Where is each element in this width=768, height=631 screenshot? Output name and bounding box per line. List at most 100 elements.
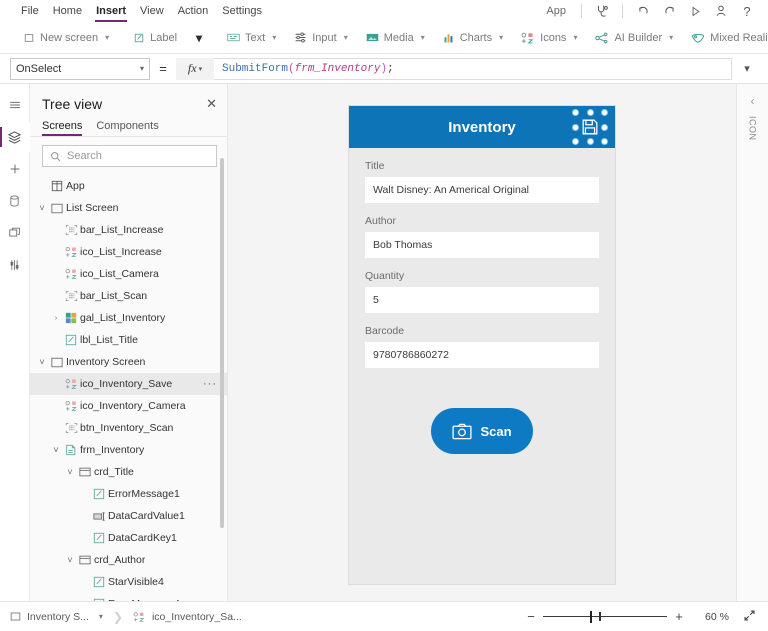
close-icon[interactable]: ✕: [206, 96, 217, 112]
field-input-author[interactable]: Bob Thomas: [365, 232, 599, 258]
ribbon-gallery-caret[interactable]: ▾: [186, 31, 212, 45]
menu-icon[interactable]: [0, 90, 30, 120]
tree-expander-icon[interactable]: ˅: [36, 357, 48, 367]
search-box[interactable]: [42, 145, 217, 167]
tree-node-bar-list-increase[interactable]: bar_List_Increase: [30, 219, 227, 241]
tree-node-app[interactable]: App: [30, 175, 227, 197]
selection-handle-se[interactable]: [602, 139, 607, 144]
menu-item-insert[interactable]: Insert: [89, 0, 133, 22]
zoom-slider[interactable]: [543, 610, 667, 624]
tree-node-errormessage1[interactable]: ErrorMessage1: [30, 483, 227, 505]
tree-expander-icon[interactable]: ˅: [50, 445, 62, 455]
ribbon-media[interactable]: Media ▾: [357, 25, 434, 51]
search-input[interactable]: [67, 150, 209, 162]
tree-node-datacardvalue1[interactable]: DataCardValue1: [30, 505, 227, 527]
zoom-out-button[interactable]: −: [519, 609, 543, 624]
tree-node-datacardkey1[interactable]: DataCardKey1: [30, 527, 227, 549]
selection-handle-w[interactable]: [573, 125, 578, 130]
tree-expander-icon[interactable]: ˅: [64, 467, 76, 477]
tree-node-label: bar_List_Increase: [80, 224, 163, 236]
selection-handle-ne[interactable]: [602, 110, 607, 115]
tree-node-ico-list-camera[interactable]: ico_List_Camera: [30, 263, 227, 285]
menu-divider-2: [622, 4, 623, 18]
ribbon-mixed-reality[interactable]: Mixed Reality ▾: [682, 25, 768, 51]
selection-handle-nw[interactable]: [573, 110, 578, 115]
formula-expand-icon[interactable]: ▾: [732, 62, 762, 75]
share-icon[interactable]: [708, 0, 734, 22]
selection-handle-e[interactable]: [602, 125, 607, 130]
field-quantity: Quantity 5: [365, 270, 599, 313]
tree-expander-icon[interactable]: ˅: [36, 203, 48, 213]
formula-input[interactable]: SubmitForm(frm_Inventory);: [214, 58, 732, 80]
property-selector[interactable]: OnSelect ▾: [10, 58, 150, 80]
variables-icon[interactable]: [0, 250, 30, 280]
menu-item-action[interactable]: Action: [171, 0, 216, 22]
data-icon[interactable]: [0, 186, 30, 216]
ribbon-input[interactable]: Input ▾: [285, 25, 356, 51]
search-icon: [50, 151, 61, 162]
app-menu-label[interactable]: App: [538, 5, 574, 17]
ribbon-new-screen[interactable]: New screen ▾: [14, 25, 118, 51]
tree-expander-icon[interactable]: ›: [50, 315, 62, 322]
ribbon-icons[interactable]: Icons ▾: [512, 25, 586, 51]
tree-node-list[interactable]: App˅List Screen bar_List_Increase ico_List…: [30, 173, 227, 601]
zoom-control: − + 60 %: [519, 609, 756, 625]
app-canvas[interactable]: Inventory: [228, 84, 736, 601]
scan-button[interactable]: Scan: [431, 408, 533, 454]
tree-scrollbar[interactable]: [220, 158, 224, 528]
ribbon-charts[interactable]: Charts ▾: [434, 25, 512, 51]
tree-node-crd-title[interactable]: ˅crd_Title: [30, 461, 227, 483]
app-checker-icon[interactable]: [589, 0, 615, 22]
media-icon[interactable]: [0, 218, 30, 248]
tree-node-bar-list-scan[interactable]: bar_List_Scan: [30, 285, 227, 307]
tree-node-crd-author[interactable]: ˅crd_Author: [30, 549, 227, 571]
tree-node-gal-list-inventory[interactable]: ›gal_List_Inventory: [30, 307, 227, 329]
expand-icon[interactable]: [743, 609, 756, 625]
tab-components[interactable]: Components: [96, 120, 158, 136]
ribbon-text[interactable]: Text ▾: [218, 25, 285, 51]
tab-screens[interactable]: Screens: [42, 120, 82, 136]
redo-icon[interactable]: [656, 0, 682, 22]
tree-node-starvisible4[interactable]: StarVisible4: [30, 571, 227, 593]
menu-item-view[interactable]: View: [133, 0, 171, 22]
field-input-quantity[interactable]: 5: [365, 287, 599, 313]
menu-item-settings[interactable]: Settings: [215, 0, 269, 22]
ribbon-label[interactable]: Label: [124, 25, 186, 51]
tree-view-icon[interactable]: [0, 122, 30, 152]
tree-node-ico-list-increase[interactable]: ico_List_Increase: [30, 241, 227, 263]
input-icon: [294, 31, 307, 44]
tree-node-overflow-icon[interactable]: ···: [203, 378, 217, 390]
field-input-title[interactable]: Walt Disney: An Americal Original: [365, 177, 599, 203]
preview-icon[interactable]: [682, 0, 708, 22]
tree-node-inventory-screen[interactable]: ˅Inventory Screen: [30, 351, 227, 373]
right-rail: ‹ ICON: [736, 84, 768, 601]
tree-node-ico-inventory-camera[interactable]: ico_Inventory_Camera: [30, 395, 227, 417]
tree-node-ico-inventory-save[interactable]: ico_Inventory_Save···: [30, 373, 227, 395]
tree-node-errormessage4[interactable]: ErrorMessage4: [30, 593, 227, 601]
menu-item-file[interactable]: File: [14, 0, 46, 22]
selection-handle-s[interactable]: [588, 139, 593, 144]
menu-item-home[interactable]: Home: [46, 0, 89, 22]
zoom-slider-thumb[interactable]: [590, 611, 592, 623]
selection-handle-sw[interactable]: [573, 139, 578, 144]
tree-node-btn-inventory-scan[interactable]: btn_Inventory_Scan: [30, 417, 227, 439]
field-label-barcode: Barcode: [365, 325, 599, 337]
insert-icon[interactable]: [0, 154, 30, 184]
undo-icon[interactable]: [630, 0, 656, 22]
tree-node-list-screen[interactable]: ˅List Screen: [30, 197, 227, 219]
breadcrumb-control[interactable]: ico_Inventory_Sa...: [123, 602, 252, 631]
breadcrumb-screen[interactable]: Inventory S... ▾: [0, 602, 113, 631]
save-icon[interactable]: [575, 112, 605, 142]
field-input-barcode[interactable]: 9780786860272: [365, 342, 599, 368]
tree-node-frm-inventory[interactable]: ˅frm_Inventory: [30, 439, 227, 461]
shape-icon: [62, 378, 80, 390]
help-icon[interactable]: ?: [734, 0, 760, 22]
screen-icon: [48, 203, 66, 214]
tree-node-lbl-list-title[interactable]: lbl_List_Title: [30, 329, 227, 351]
zoom-in-button[interactable]: +: [667, 609, 691, 624]
selection-handle-n[interactable]: [588, 110, 593, 115]
ribbon-ai-builder[interactable]: AI Builder ▾: [586, 25, 682, 51]
fx-button[interactable]: fx ▾: [176, 58, 214, 80]
chevron-left-icon[interactable]: ‹: [751, 94, 755, 108]
tree-expander-icon[interactable]: ˅: [64, 555, 76, 565]
